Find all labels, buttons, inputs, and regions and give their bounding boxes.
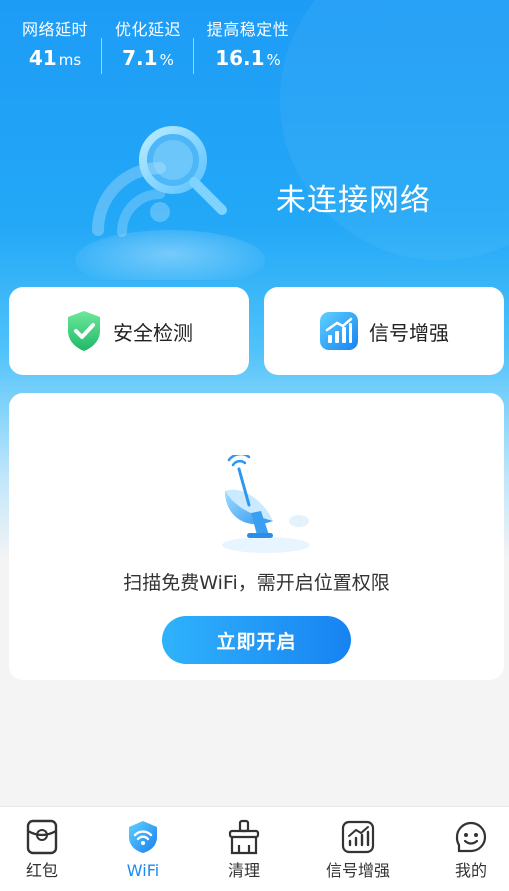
scan-permission-message: 扫描免费WiFi，需开启位置权限 <box>123 572 390 594</box>
shield-check-icon <box>68 311 100 351</box>
stat-unit: % <box>159 51 174 69</box>
tab-label: 我的 <box>454 861 487 880</box>
security-check-button[interactable]: 安全检测 <box>9 287 249 375</box>
stat-value: 41 <box>28 46 57 70</box>
stat-label: 网络延时 <box>21 20 88 39</box>
stat-value: 7.1 <box>122 46 158 70</box>
broom-icon <box>228 819 260 855</box>
connection-status: 未连接网络 <box>276 183 431 218</box>
tab-label: 清理 <box>227 861 260 880</box>
tab-signal-boost[interactable]: 信号增强 <box>308 819 408 889</box>
stats-bar: 网络延时 41 ms 优化延迟 7.1% 提高稳定性 16.1% <box>0 18 509 78</box>
wifi-scan-card: 扫描免费WiFi，需开启位置权限 立即开启 <box>9 393 504 680</box>
profile-icon <box>455 821 487 853</box>
stat-stability: 提高稳定性 16.1% <box>202 18 294 76</box>
stat-label: 提高稳定性 <box>206 20 290 39</box>
stat-latency: 网络延时 41 ms <box>10 18 100 76</box>
stat-value: 16.1 <box>215 46 265 70</box>
signal-chart-icon <box>341 820 375 854</box>
security-check-label: 安全检测 <box>113 320 193 345</box>
tab-clean[interactable]: 清理 <box>194 819 294 889</box>
tab-label: 红包 <box>25 861 58 880</box>
magnifier-radar-icon <box>75 126 265 280</box>
tab-label: WiFi <box>126 861 160 880</box>
stat-unit: % <box>266 51 281 69</box>
bottom-tab-bar: 红包 WiFi 清理 信号增强 我的 <box>0 806 509 891</box>
tab-label: 信号增强 <box>325 861 390 880</box>
stat-optimize: 优化延迟 7.1% <box>103 18 193 76</box>
signal-boost-button[interactable]: 信号增强 <box>264 287 504 375</box>
enable-location-button[interactable]: 立即开启 <box>162 616 351 664</box>
divider <box>193 38 194 74</box>
stat-unit: ms <box>58 51 82 69</box>
signal-boost-label: 信号增强 <box>369 320 449 345</box>
red-packet-icon <box>26 819 58 855</box>
divider <box>101 38 102 74</box>
tab-wifi[interactable]: WiFi <box>93 819 193 889</box>
stat-label: 优化延迟 <box>114 20 181 39</box>
signal-chart-icon <box>320 312 358 350</box>
tab-red-packet[interactable]: 红包 <box>0 819 92 889</box>
wifi-icon <box>129 821 157 853</box>
tab-mine[interactable]: 我的 <box>421 819 509 889</box>
satellite-dish-icon <box>222 455 310 553</box>
